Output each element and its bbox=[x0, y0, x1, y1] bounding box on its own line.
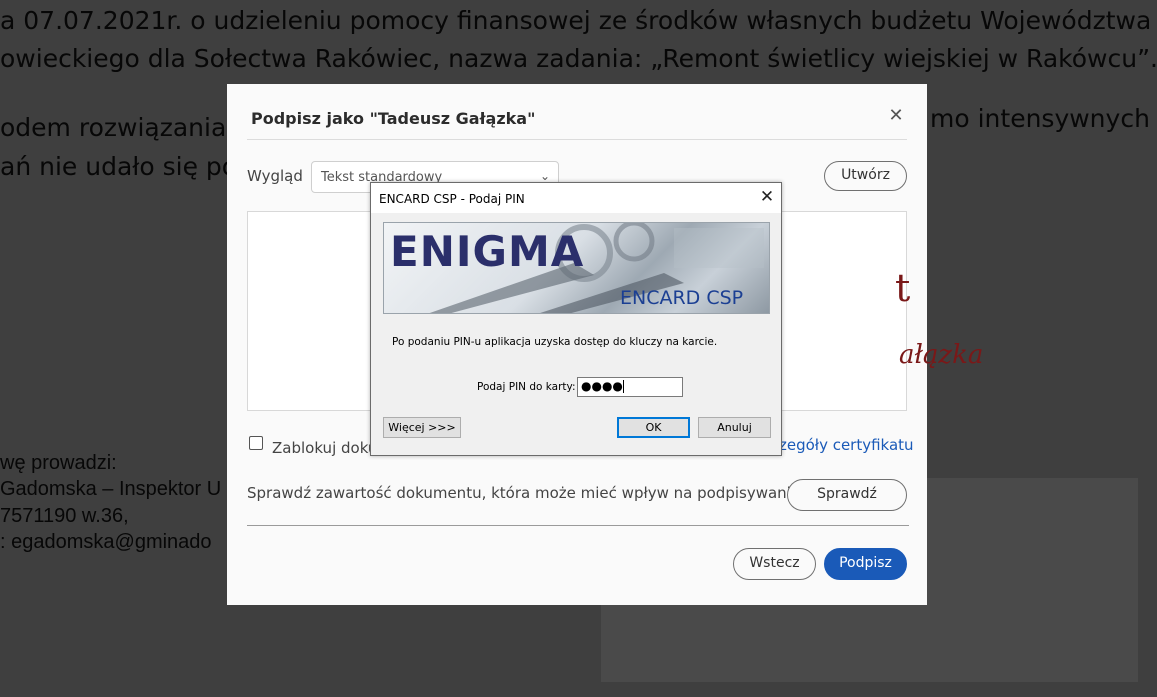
pin-dialog-titlebar: ENCARD CSP - Podaj PIN ✕ bbox=[371, 183, 781, 213]
doc-line: odem rozwiązania w bbox=[0, 113, 255, 142]
text-caret bbox=[622, 380, 624, 393]
sign-button[interactable]: Podpisz bbox=[824, 548, 907, 580]
doc-contact-line: : egadomska@gminado bbox=[0, 531, 212, 553]
cancel-button[interactable]: Anuluj bbox=[698, 417, 771, 438]
certificate-details-link[interactable]: zegóły certyfikatu bbox=[779, 436, 914, 454]
doc-line: owieckiego dla Sołectwa Rakówiec, nazwa … bbox=[0, 44, 1157, 73]
chevron-down-icon: ⌄ bbox=[539, 169, 550, 183]
check-button[interactable]: Sprawdź bbox=[787, 479, 907, 511]
lock-document-label: Zablokuj doku bbox=[272, 439, 378, 457]
encard-csp-label: ENCARD CSP bbox=[620, 287, 744, 309]
pin-input[interactable]: ●●●● bbox=[577, 377, 683, 397]
back-button[interactable]: Wstecz bbox=[733, 548, 816, 580]
check-content-text: Sprawdź zawartość dokumentu, która może … bbox=[247, 484, 801, 502]
divider bbox=[247, 139, 907, 140]
doc-line: mo intensywnych bbox=[930, 104, 1150, 133]
divider bbox=[247, 525, 909, 526]
doc-contact-line: wę prowadzi: bbox=[0, 452, 117, 474]
doc-contact-line: Gadomska – Inspektor U bbox=[0, 478, 222, 500]
signature-preview-name: t bbox=[895, 266, 911, 310]
pin-message: Po podaniu PIN-u aplikacja uzyska dostęp… bbox=[392, 336, 718, 348]
doc-line: a 07.07.2021r. o udzieleniu pomocy finan… bbox=[0, 6, 1152, 35]
create-button[interactable]: Utwórz bbox=[824, 161, 907, 191]
pin-input-value: ●●●● bbox=[581, 379, 623, 393]
enigma-banner: ENIGMA ENCARD CSP bbox=[383, 222, 770, 314]
appearance-label: Wygląd bbox=[247, 167, 303, 185]
more-button[interactable]: Więcej >>> bbox=[383, 417, 461, 438]
close-icon[interactable]: ✕ bbox=[757, 187, 777, 207]
pin-label: Podaj PIN do karty: bbox=[477, 381, 576, 393]
doc-contact-line: 7571190 w.36, bbox=[0, 505, 129, 527]
dialog-title: Podpisz jako "Tadeusz Gałązka" bbox=[251, 109, 536, 128]
close-icon[interactable]: ✕ bbox=[886, 106, 906, 126]
ok-button[interactable]: OK bbox=[617, 417, 690, 438]
lock-document-checkbox[interactable] bbox=[249, 436, 263, 450]
doc-line: ań nie udało się poz bbox=[0, 152, 251, 181]
enigma-logo: ENIGMA bbox=[390, 227, 585, 276]
pin-dialog: ENCARD CSP - Podaj PIN ✕ ENIGMA ENCARD C… bbox=[370, 182, 782, 456]
pin-dialog-title: ENCARD CSP - Podaj PIN bbox=[379, 192, 525, 206]
signature-preview-name-italic: ałązka bbox=[899, 340, 984, 370]
